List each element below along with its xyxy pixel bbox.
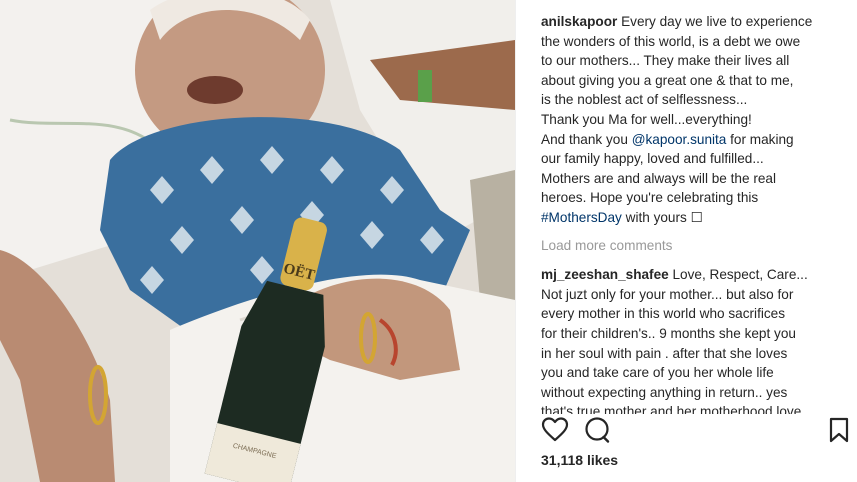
post-photo[interactable]: OËT CHAMPAGNE xyxy=(0,0,515,482)
comment-text-line: that's true mother and her motherhood lo… xyxy=(541,404,802,414)
caption-username[interactable]: anilskapoor xyxy=(541,14,617,29)
caption-text-line: about giving you a great one & that to m… xyxy=(541,72,794,88)
post-caption: anilskapoor Every day we live to experie… xyxy=(541,12,841,228)
post-sidebar: anilskapoor Every day we live to experie… xyxy=(527,0,849,482)
comment-text-line: for their children's.. 9 months she kept… xyxy=(541,325,796,341)
heart-icon[interactable] xyxy=(541,416,569,444)
caption-hashtag-suffix: with yours ☐ xyxy=(621,209,703,225)
caption-first-line: anilskapoor Every day we live to experie… xyxy=(541,12,841,32)
caption-text-line: heroes. Hope you're celebrating this xyxy=(541,190,759,206)
action-bar xyxy=(541,414,849,446)
comment-text-line: in her soul with pain . after that she l… xyxy=(541,345,788,361)
caption-text-line: to our mothers... They make their lives … xyxy=(541,53,790,69)
comments-panel[interactable]: anilskapoor Every day we live to experie… xyxy=(541,12,841,414)
hashtag-link[interactable]: #MothersDay xyxy=(541,210,622,225)
divider xyxy=(515,0,516,482)
caption-thanks-suffix: for making xyxy=(726,131,794,147)
caption-thanks-prefix: And thank you xyxy=(541,131,632,147)
comment-text-line: every mother in this world who sacrifice… xyxy=(541,306,786,322)
caption-text-line: is the noblest act of selflessness... xyxy=(541,92,748,108)
caption-thanks-line: And thank you @kapoor.sunita for making xyxy=(541,130,841,150)
comment-text-line: Not juzt only for your mother... but als… xyxy=(541,286,794,302)
caption-text-line: the wonders of this world, is a debt we … xyxy=(541,33,801,49)
caption-text-line: Thank you Ma for well...everything! xyxy=(541,111,752,127)
mention-link[interactable]: @kapoor.sunita xyxy=(632,132,727,147)
likes-count[interactable]: 31,118 likes xyxy=(541,452,618,468)
caption-text-line: Every day we live to experience xyxy=(617,14,813,29)
bookmark-icon[interactable] xyxy=(825,416,853,444)
comment-username[interactable]: mj_zeeshan_shafee xyxy=(541,267,669,282)
photo-illustration: OËT CHAMPAGNE xyxy=(0,0,515,482)
comment-icon[interactable] xyxy=(583,416,611,444)
caption-text-line: Mothers are and always will be the real xyxy=(541,170,776,186)
comment-first-line: mj_zeeshan_shafee Love, Respect, Care... xyxy=(541,265,841,285)
caption-hashtag-line: #MothersDay with yours ☐ xyxy=(541,208,841,228)
comment-text-line: you and take care of you her whole life xyxy=(541,365,774,381)
instagram-post: OËT CHAMPAGNE anilskapoor Every day we l… xyxy=(0,0,857,482)
comment-item: mj_zeeshan_shafee Love, Respect, Care...… xyxy=(541,265,841,414)
caption-text-line: our family happy, loved and fulfilled... xyxy=(541,151,764,167)
load-more-comments-button[interactable]: Load more comments xyxy=(541,236,841,256)
comment-text-line: without expecting anything in return.. y… xyxy=(541,384,788,400)
comment-text-line: Love, Respect, Care... xyxy=(668,267,808,283)
